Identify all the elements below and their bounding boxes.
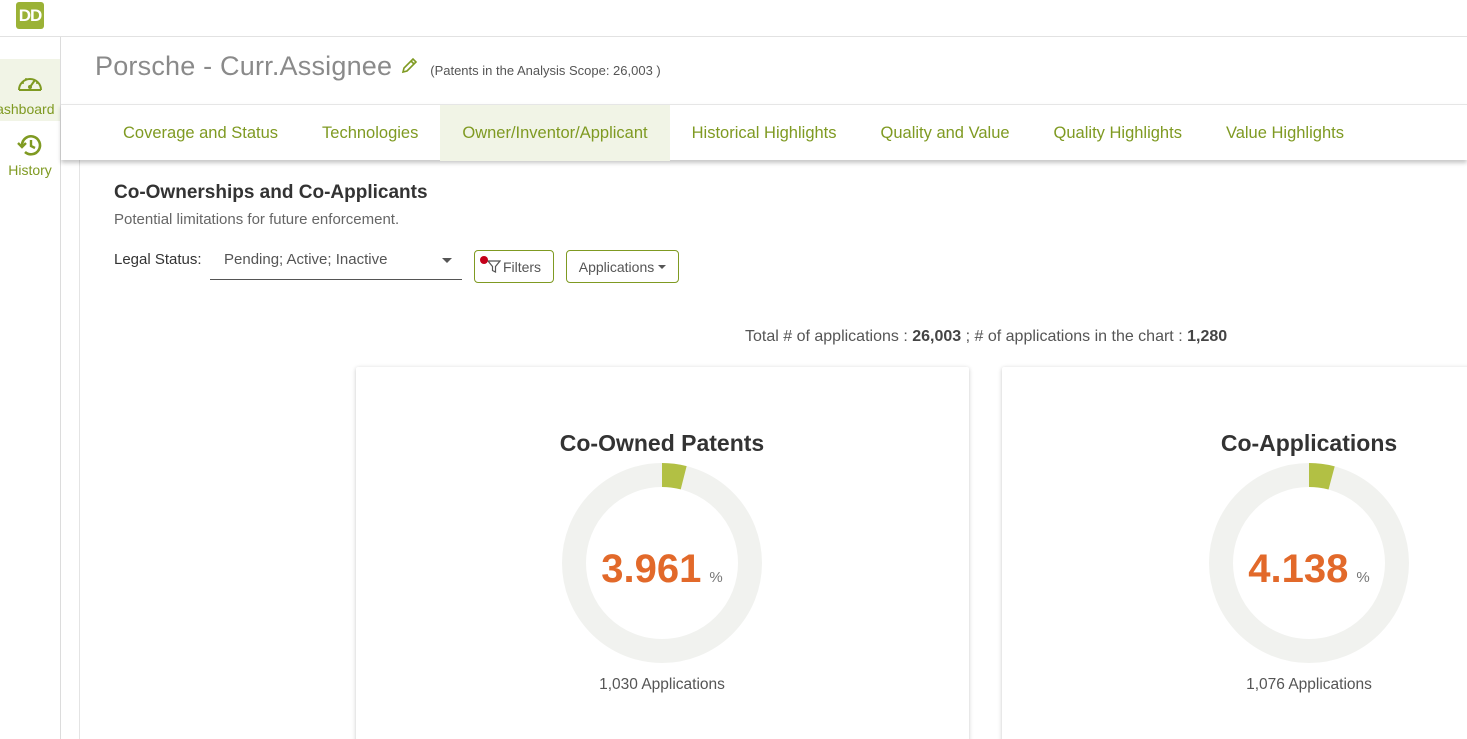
applications-button-label: Applications [578,258,655,275]
main-area: Porsche - Curr.Assignee (Patents in the … [61,37,1467,739]
tab-quality-and-value[interactable]: Quality and Value [859,105,1032,161]
tab-technologies[interactable]: Technologies [300,105,440,161]
donut-value-number: 4.138 [1248,547,1349,591]
totals-separator: ; [965,328,971,345]
tab-quality-highlights[interactable]: Quality Highlights [1032,105,1204,161]
donut-value-unit: % [1356,569,1370,586]
top-bar: DD [0,0,1467,37]
legal-status-select[interactable]: Pending; Active; Inactive [210,242,462,280]
sidebar-item-history[interactable]: History [0,130,60,192]
card-title: Co-Applications [1220,430,1398,456]
filters-button-label: Filters [502,258,542,275]
total-value: 26,003 [912,328,962,345]
donut-footer: 1,030 Applications [599,676,725,693]
donut-segment [1308,463,1335,490]
sidebar-item-label: History [8,162,52,178]
analysis-scope: (Patents in the Analysis Scope: 26,003 ) [430,63,661,78]
app-logo[interactable]: DD [16,2,44,29]
total-label: Total # of applications : [745,328,908,345]
tab-coverage-and-status[interactable]: Coverage and Status [101,105,300,161]
active-filter-indicator [480,256,488,264]
section-title: Co-Ownerships and Co-Applicants [114,182,428,203]
legal-status-label: Legal Status: [114,251,202,268]
history-icon [17,135,42,156]
tab-bar: Coverage and Status Technologies Owner/I… [61,104,1467,161]
funnel-icon [486,260,501,273]
co-owned-patents-card: Co-Owned Patents 3.961 % 1,030 Applicati… [356,367,969,739]
page-title: Porsche - Curr.Assignee [95,51,393,81]
donut-value-unit: % [709,569,723,586]
chart-count-label: # of applications in the chart : [974,328,1183,345]
legal-status-value: Pending; Active; Inactive [224,251,388,268]
totals-summary: Total # of applications : 26,003 ; # of … [745,328,1227,346]
content-panel: Co-Ownerships and Co-Applicants Potentia… [79,160,1467,739]
pencil-icon[interactable] [400,55,420,75]
chart-count-value: 1,280 [1187,328,1228,345]
page-header: Porsche - Curr.Assignee (Patents in the … [95,51,661,87]
donut-value-number: 3.961 [601,547,702,591]
sidebar-item-label: Dashboard [0,101,55,117]
filters-button[interactable]: Filters [474,250,554,283]
section-subtitle: Potential limitations for future enforce… [114,211,400,228]
sidebar-item-dashboard[interactable]: Dashboard [0,59,60,121]
sidebar: Dashboard History [0,37,61,739]
donut-footer: 1,076 Applications [1246,676,1372,693]
donut-value: 4.138 % [1248,547,1369,592]
co-applications-card: Co-Applications 4.138 % 1,076 Applicatio… [1002,367,1467,739]
caret-down-icon [442,258,452,263]
tab-value-highlights[interactable]: Value Highlights [1204,105,1366,161]
donut-segment [661,463,687,490]
donut-value: 3.961 % [601,547,722,592]
tab-owner-inventor-applicant[interactable]: Owner/Inventor/Applicant [440,105,670,161]
caret-down-icon [658,264,667,269]
card-title: Co-Owned Patents [559,430,765,456]
gauge-icon [18,78,42,91]
tab-historical-highlights[interactable]: Historical Highlights [670,105,859,161]
applications-dropdown-button[interactable]: Applications [566,250,679,283]
